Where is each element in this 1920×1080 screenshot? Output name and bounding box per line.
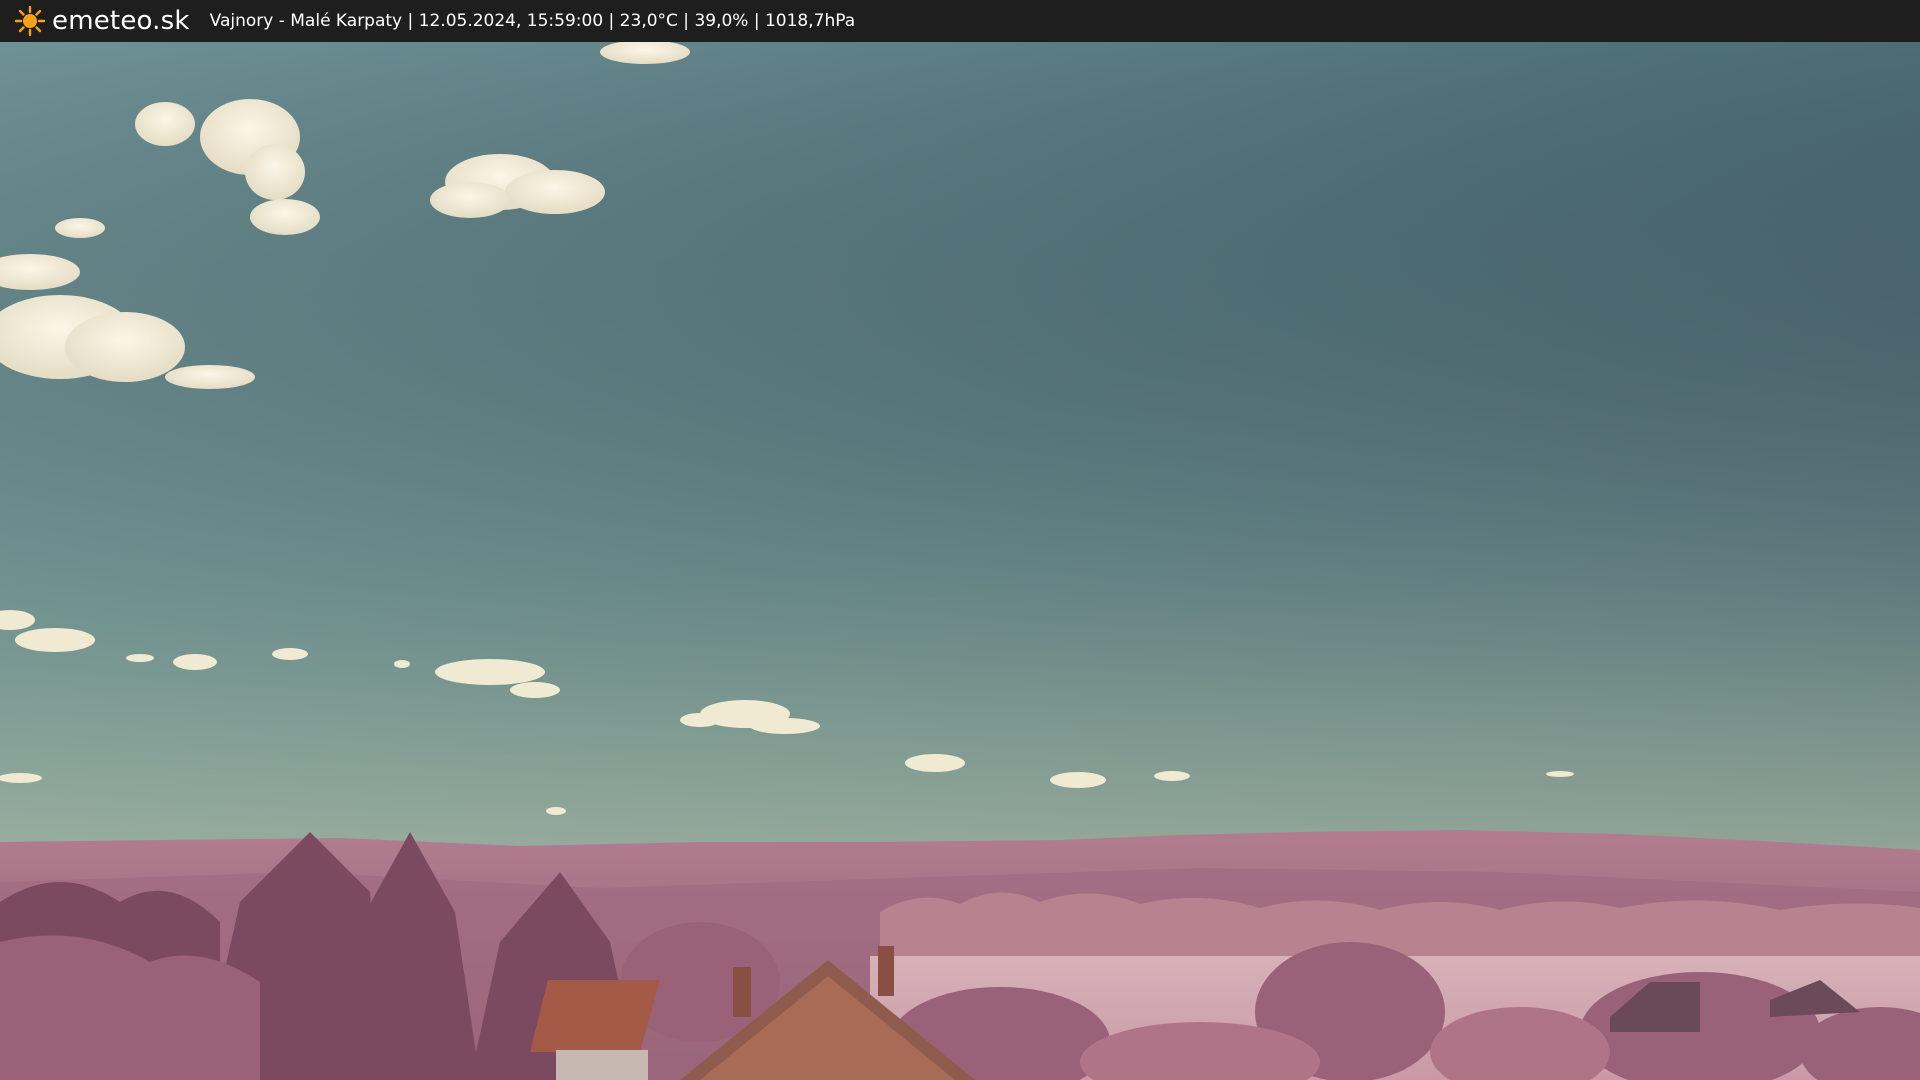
webcam-image (0, 42, 1920, 1080)
sun-icon (14, 5, 46, 37)
brand-name: emeteo.sk (52, 6, 190, 36)
webcam-frame: emeteo.sk Vajnory - Malé Karpaty | 12.05… (0, 0, 1920, 1080)
station-info: Vajnory - Malé Karpaty | 12.05.2024, 15:… (209, 11, 856, 31)
top-bar: emeteo.sk Vajnory - Malé Karpaty | 12.05… (0, 0, 1920, 42)
